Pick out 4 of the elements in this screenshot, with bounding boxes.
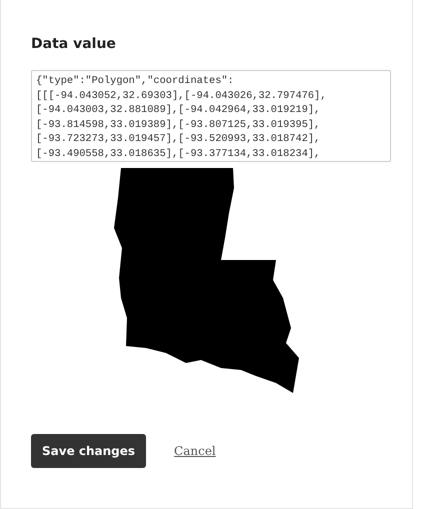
cancel-link[interactable]: Cancel: [174, 444, 216, 458]
section-heading: Data value: [31, 36, 117, 52]
save-button[interactable]: Save changes: [31, 434, 146, 468]
data-text-area[interactable]: {"type":"Polygon","coordinates": [[[-94.043052,32.69303],[-94.043026,32.797476], [-94.043003,32.881089],[-94.042964,33.019219], [-93.814598,33.019389],[-93.807125,33.019395], [-93.723273,33.019457],[-93.520993,33.018742], [-93.490558,33.018635],[-93.377134,33.018234],: [31, 70, 391, 162]
